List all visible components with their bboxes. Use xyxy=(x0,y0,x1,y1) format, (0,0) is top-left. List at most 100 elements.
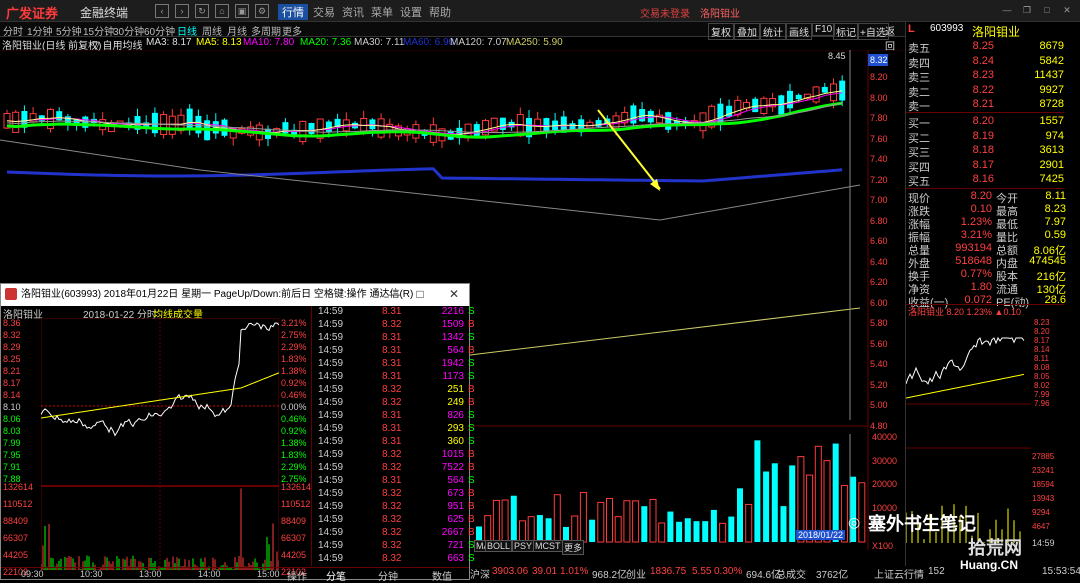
popup-price-label: 8.36 xyxy=(3,318,21,328)
lock-icon[interactable]: ▣ xyxy=(235,4,249,18)
mini-vol-label: 18594 xyxy=(1032,480,1055,489)
vol-axis-unit: X100 xyxy=(872,541,894,551)
server-name[interactable]: 上证云行情 xyxy=(874,566,924,581)
tick-direction: B xyxy=(468,397,475,408)
period-15min[interactable]: 15分钟 xyxy=(83,23,114,38)
tick-time: 14:59 xyxy=(318,501,344,512)
volume-bar xyxy=(702,521,709,542)
trade-login-status[interactable]: 交易未登录 xyxy=(640,5,690,20)
vol-axis-2: 30000 xyxy=(872,456,898,466)
popup-price-label: 8.32 xyxy=(3,330,21,340)
ask-row: 卖三 8.23 11437 xyxy=(906,69,1064,84)
maximize-icon[interactable]: □ xyxy=(1040,4,1054,18)
bid-row: 买三 8.18 3613 xyxy=(906,144,1064,159)
tick-volume: 2216 xyxy=(441,306,464,317)
popup-price-label: 8.10 xyxy=(3,402,21,412)
period-multi[interactable]: 多周期 xyxy=(251,23,281,38)
stat-value: 7.97 xyxy=(1044,216,1066,228)
candle-down xyxy=(325,121,332,132)
tick-price: 8.32 xyxy=(382,527,402,538)
volume-bar xyxy=(754,440,761,542)
price-axis-label: 7.40 xyxy=(870,154,888,164)
tick-volume: 293 xyxy=(447,423,464,434)
tick-price: 8.31 xyxy=(382,475,402,486)
ask-row: 卖一 8.21 8728 xyxy=(906,98,1064,113)
tick-direction: B xyxy=(468,345,475,356)
ask-price: 8.22 xyxy=(972,83,994,96)
popup-close-icon[interactable]: ✕ xyxy=(447,287,461,301)
stat-row: 外盘 518648 内盘 474545 xyxy=(906,255,1066,270)
popup-price-label: 7.91 xyxy=(3,462,21,472)
ma250-value: MA250: 5.90 xyxy=(506,37,563,48)
popup-vol-label: 132614 xyxy=(281,482,312,492)
period-60min[interactable]: 60分钟 xyxy=(144,23,175,38)
tick-direction: B xyxy=(468,514,475,525)
candle-down xyxy=(639,109,646,122)
stat-row: 总量 993194 总额 8.06亿 xyxy=(906,242,1066,257)
volume-bar xyxy=(658,522,666,543)
price-axis-label: 4.80 xyxy=(870,420,888,431)
tick-volume: 7522 xyxy=(441,462,464,473)
indicator-more[interactable]: 更多 xyxy=(562,540,585,555)
tick-price: 8.32 xyxy=(382,488,402,499)
f10-button[interactable]: F10 xyxy=(812,23,836,36)
popup-vol-label: 110512 xyxy=(281,499,311,509)
volume-bar xyxy=(649,498,657,543)
minimize-icon[interactable]: — xyxy=(1000,4,1014,18)
stat-value: 518648 xyxy=(955,255,992,267)
popup-minimize-icon[interactable]: — xyxy=(387,287,401,301)
ask-price: 8.21 xyxy=(972,98,994,110)
ma-info-bar: 洛阳钼业(日线 前复权) ▽ 自用均线 MA3: 8.17 MA5: 8.13 … xyxy=(0,37,905,52)
period-timeshare[interactable]: 分时 xyxy=(3,23,23,38)
tick-row[interactable]: 14:59 8.32 663 S xyxy=(318,553,488,568)
popup-price-label: 7.95 xyxy=(3,450,21,460)
refresh-icon[interactable]: ↻ xyxy=(195,4,209,18)
stat-row: 净资 1.80 流通 130亿 xyxy=(906,281,1066,296)
restore-icon[interactable]: ❐ xyxy=(1020,4,1034,18)
period-daily[interactable]: 日线 xyxy=(177,23,197,38)
cy-index: 1836.75 xyxy=(650,566,687,577)
candle-down xyxy=(787,90,793,109)
mini-price-label: 7.99 xyxy=(1034,390,1050,399)
candle-down xyxy=(56,111,63,121)
menu-menu[interactable]: 菜单 xyxy=(371,4,393,20)
period-monthly[interactable]: 月线 xyxy=(227,23,247,38)
volume-bar xyxy=(597,501,605,543)
vol-axis-3: 20000 xyxy=(872,479,898,489)
period-1min[interactable]: 1分钟 xyxy=(27,23,53,38)
close-icon[interactable]: ✕ xyxy=(1060,4,1074,18)
volume-bar xyxy=(789,465,796,542)
tab-ticks[interactable]: 分笔 xyxy=(311,568,361,583)
menu-settings[interactable]: 设置 xyxy=(400,4,422,20)
period-more[interactable]: 更多 xyxy=(282,23,302,38)
menu-help[interactable]: 帮助 xyxy=(429,4,451,20)
popup-maximize-icon[interactable]: □ xyxy=(413,287,427,301)
tick-list[interactable]: 14:59 8.31 2216 S 14:59 8.32 1509 B 14:59 8.31 134… xyxy=(311,306,475,566)
indicator-boll[interactable]: BOLL xyxy=(485,540,513,552)
tab-values[interactable]: 数值 xyxy=(415,568,469,583)
ask-row: 卖二 8.22 9927 xyxy=(906,84,1064,99)
forward-icon[interactable]: › xyxy=(175,4,189,18)
bid-row: 买一 8.20 1557 xyxy=(906,115,1064,130)
menu-news[interactable]: 资讯 xyxy=(342,4,364,20)
menu-market[interactable]: 行情 xyxy=(278,4,308,20)
tab-operate[interactable]: 操作 xyxy=(283,568,311,583)
tab-minutes[interactable]: 分钟 xyxy=(361,568,415,583)
tick-time: 14:59 xyxy=(318,332,344,343)
indicator-psy[interactable]: PSY xyxy=(512,540,535,552)
home-icon[interactable]: ⌂ xyxy=(215,4,229,18)
tick-volume: 625 xyxy=(447,514,464,525)
candle-down xyxy=(795,94,802,100)
candle-down xyxy=(665,112,672,130)
back-icon[interactable]: ‹ xyxy=(155,4,169,18)
popup-pct-label: 2.29% xyxy=(281,462,307,472)
period-weekly[interactable]: 周线 xyxy=(202,23,222,38)
popup-timeshare-chart[interactable] xyxy=(41,318,279,570)
settings-icon[interactable]: ⚙ xyxy=(255,4,269,18)
period-30min[interactable]: 30分钟 xyxy=(113,23,144,38)
popup-vol-label: 132614 xyxy=(3,482,34,492)
period-5min[interactable]: 5分钟 xyxy=(56,23,82,38)
indicator-mcst[interactable]: MCST xyxy=(533,540,563,552)
price-axis-label: 6.00 xyxy=(870,297,888,308)
menu-trade[interactable]: 交易 xyxy=(313,4,335,20)
